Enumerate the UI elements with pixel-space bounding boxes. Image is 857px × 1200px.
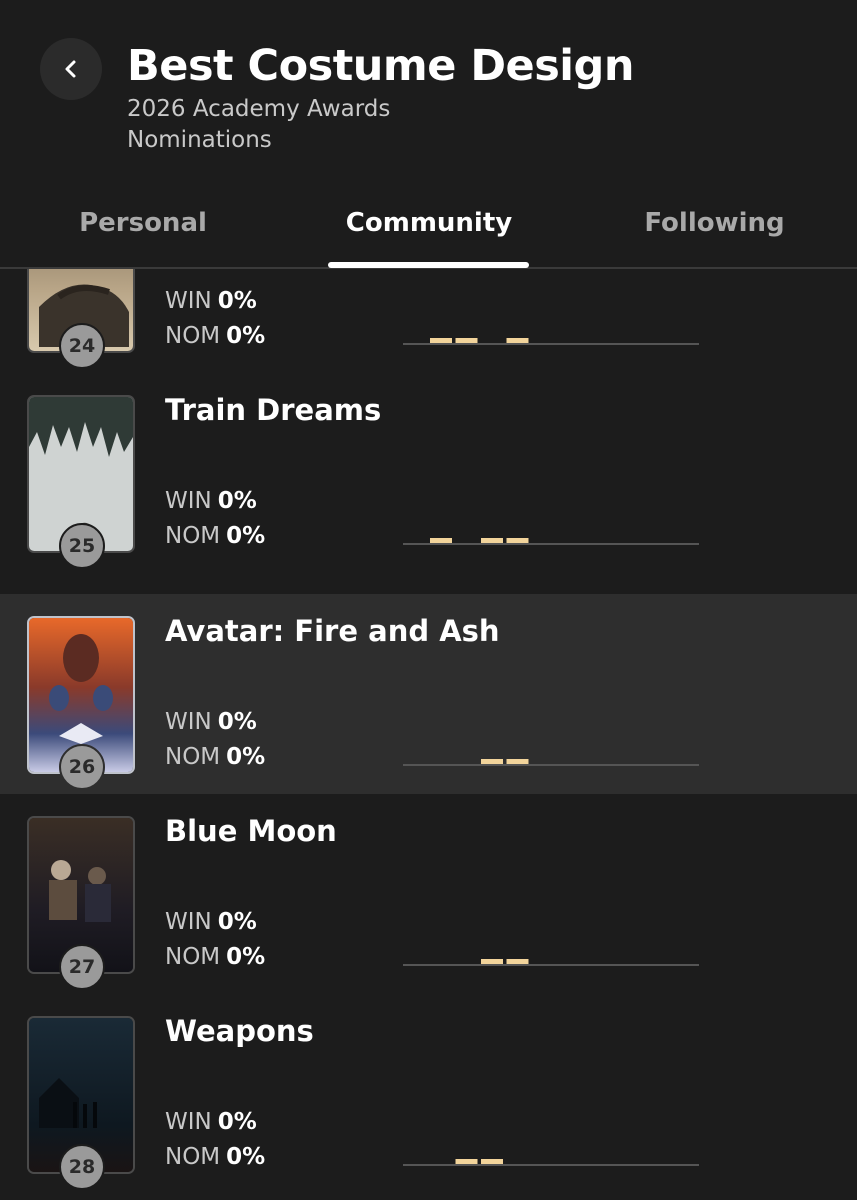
sparkline-bar (506, 538, 529, 543)
nom-stat: NOM 0% (165, 523, 265, 549)
sparkline-bar (506, 759, 529, 764)
win-label: WIN (165, 709, 212, 735)
sparkline-bar (430, 338, 452, 343)
nom-value: 0% (226, 523, 266, 549)
win-label: WIN (165, 909, 212, 935)
nom-stat: NOM 0% (165, 944, 265, 970)
nom-value: 0% (226, 944, 266, 970)
sparkline-bar (481, 538, 503, 543)
nom-value: 0% (226, 1144, 266, 1170)
nom-stat: NOM 0% (165, 744, 265, 770)
film-title: Blue Moon (165, 814, 337, 848)
sparkline-bar (455, 338, 478, 343)
rank-badge: 27 (59, 944, 105, 990)
nom-value: 0% (226, 323, 266, 349)
sparkline-bar (455, 1159, 478, 1164)
nom-label: NOM (165, 323, 221, 349)
film-title: Train Dreams (165, 393, 382, 427)
film-title: Avatar: Fire and Ash (165, 614, 500, 648)
win-value: 0% (217, 1109, 257, 1135)
nom-stat: NOM 0% (165, 323, 265, 349)
trend-sparkline (403, 538, 699, 545)
win-stat: WIN 0% (165, 709, 257, 735)
trend-sparkline (403, 759, 699, 766)
tab-community[interactable]: Community (286, 208, 572, 238)
list-item[interactable]: 27 Blue Moon WIN 0% NOM 0% (0, 794, 857, 994)
list-item[interactable]: 25 Train Dreams WIN 0% NOM 0% (0, 373, 857, 573)
trend-sparkline (403, 1159, 699, 1166)
trend-sparkline (403, 338, 699, 345)
header: Best Costume Design 2026 Academy Awards … (0, 0, 857, 200)
win-value: 0% (217, 488, 257, 514)
rank-badge: 26 (59, 744, 105, 790)
nom-label: NOM (165, 744, 221, 770)
page-subtitle-type: Nominations (127, 127, 272, 153)
tab-bar: Personal Community Following (0, 190, 857, 269)
nom-label: NOM (165, 1144, 221, 1170)
list-item[interactable]: 24 WIN 0% NOM 0% (0, 269, 857, 373)
sparkline-bar (430, 538, 452, 543)
win-value: 0% (217, 909, 257, 935)
trend-sparkline (403, 959, 699, 966)
rank-badge: 28 (59, 1144, 105, 1190)
sparkline-bar (506, 959, 529, 964)
rank-badge: 25 (59, 523, 105, 569)
list-item-selected[interactable]: 26 Avatar: Fire and Ash WIN 0% NOM 0% (0, 594, 857, 794)
back-button[interactable] (40, 38, 102, 100)
nominee-list[interactable]: 24 WIN 0% NOM 0% 25 Train Dreams WIN 0% NOM… (0, 269, 857, 1200)
tab-following[interactable]: Following (572, 208, 857, 238)
win-label: WIN (165, 288, 212, 314)
nom-value: 0% (226, 744, 266, 770)
sparkline-bar (481, 759, 503, 764)
chevron-left-icon (65, 60, 76, 78)
win-stat: WIN 0% (165, 909, 257, 935)
list-item[interactable]: 28 Weapons WIN 0% NOM 0% (0, 994, 857, 1194)
win-label: WIN (165, 1109, 212, 1135)
page-title: Best Costume Design (127, 41, 634, 91)
win-label: WIN (165, 488, 212, 514)
sparkline-bar (481, 1159, 503, 1164)
sparkline-bar (506, 338, 529, 343)
win-value: 0% (217, 709, 257, 735)
win-value: 0% (217, 288, 257, 314)
win-stat: WIN 0% (165, 1109, 257, 1135)
nom-label: NOM (165, 944, 221, 970)
rank-badge: 24 (59, 323, 105, 369)
win-stat: WIN 0% (165, 488, 257, 514)
active-tab-indicator (328, 262, 529, 268)
sparkline-bar (481, 959, 503, 964)
page-subtitle-event: 2026 Academy Awards (127, 96, 391, 122)
nom-stat: NOM 0% (165, 1144, 265, 1170)
win-stat: WIN 0% (165, 288, 257, 314)
tab-personal[interactable]: Personal (0, 208, 286, 238)
film-title: Weapons (165, 1014, 314, 1048)
nom-label: NOM (165, 523, 221, 549)
